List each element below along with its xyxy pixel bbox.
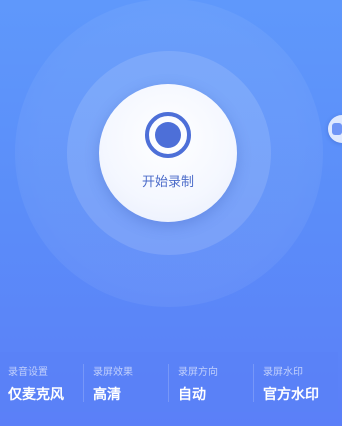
setting-audio[interactable]: 录音设置 仅麦克风	[0, 352, 83, 412]
side-tab-icon	[332, 123, 342, 135]
start-recording-button[interactable]: 开始录制	[99, 84, 237, 222]
setting-watermark[interactable]: 录屏水印 官方水印	[253, 352, 338, 412]
setting-title: 录屏水印	[263, 367, 303, 378]
floating-side-tab[interactable]	[328, 115, 342, 143]
setting-title: 录音设置	[8, 367, 48, 378]
setting-quality[interactable]: 录屏效果 高清	[83, 352, 168, 412]
setting-title: 录屏效果	[93, 367, 133, 378]
setting-value: 高清	[93, 387, 121, 403]
setting-title: 录屏方向	[178, 367, 218, 378]
record-icon	[145, 112, 191, 158]
settings-bar: 录音设置 仅麦克风 录屏效果 高清 录屏方向 自动 录屏水印 官方水印	[0, 352, 338, 412]
setting-value: 自动	[178, 387, 206, 403]
setting-value: 仅麦克风	[8, 387, 64, 403]
setting-value: 官方水印	[263, 387, 319, 403]
setting-orientation[interactable]: 录屏方向 自动	[168, 352, 253, 412]
start-recording-label: 开始录制	[141, 175, 194, 190]
